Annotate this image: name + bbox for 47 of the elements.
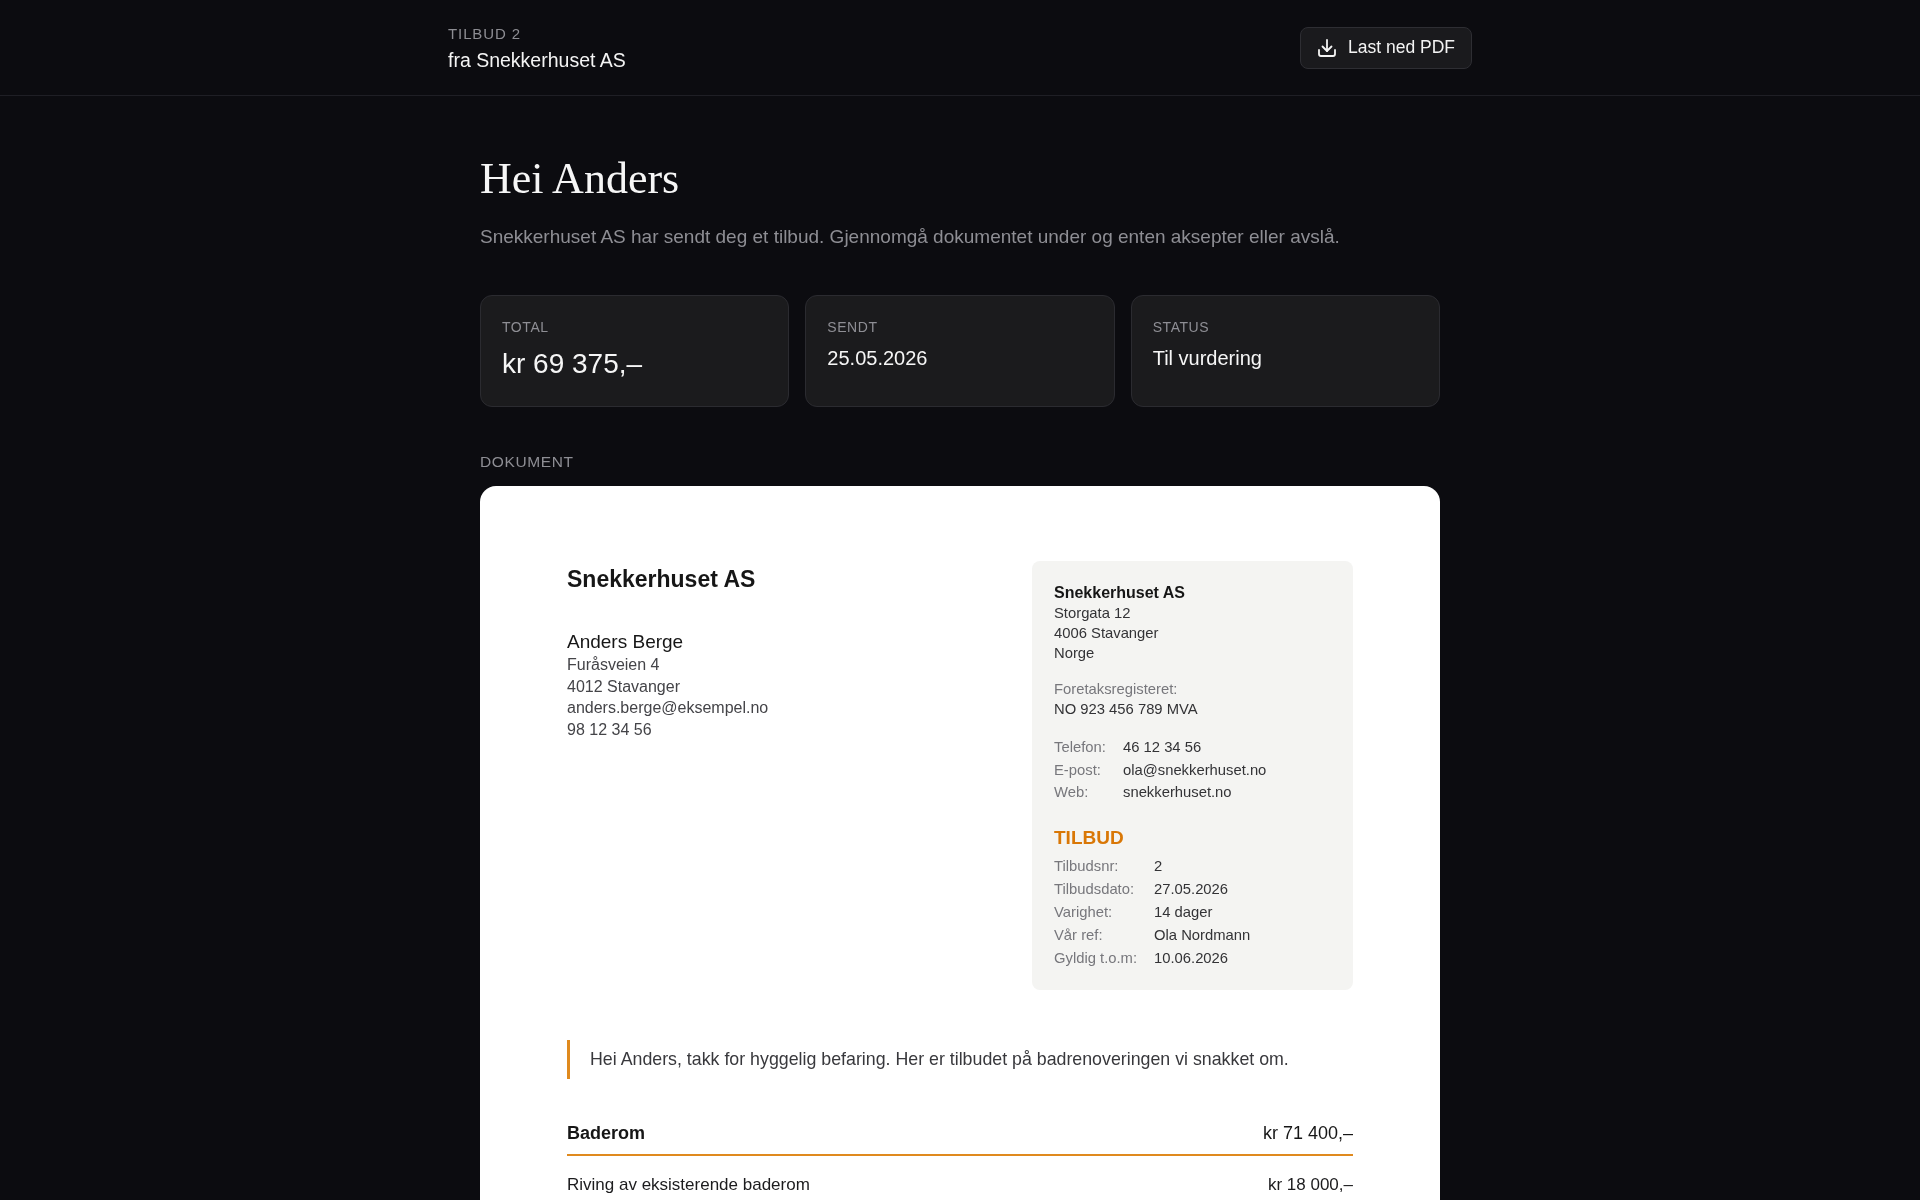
recipient-detail: 98 12 34 56 — [567, 720, 653, 741]
offer-title: TILBUD — [1054, 825, 1125, 850]
intro-text: Snekkerhuset AS har sendt deg et tilbud. Gjennomgå dokumentet under og enten aksepter eller avslå. — [480, 225, 1341, 249]
company-name: Snekkerhuset AS — [1054, 583, 1186, 603]
summary-value: kr 69 375,– — [502, 348, 644, 380]
summary-label: SENDT — [827, 318, 879, 336]
contact-value: snekkerhuset.no — [1123, 783, 1233, 802]
detail-label: Varighet: — [1054, 902, 1114, 922]
detail-label: Vår ref: — [1054, 925, 1104, 945]
section-label: DOKUMENT — [480, 452, 575, 472]
recipient-detail: anders.berge@eksempel.no — [567, 698, 770, 719]
offer-number-label: TILBUD 2 — [448, 23, 523, 44]
contact-label: Telefon: — [1054, 738, 1107, 757]
summary-label: STATUS — [1152, 318, 1211, 336]
download-icon — [1318, 38, 1336, 57]
address-line: Storgata 12 — [1054, 604, 1132, 623]
recipient-detail: Furåsveien 4 — [567, 655, 661, 675]
detail-label: Tilbudsdato: — [1054, 879, 1136, 899]
contact-value: ola@snekkerhuset.no — [1123, 760, 1268, 780]
detail-label: Tilbudsnr: — [1054, 856, 1120, 876]
detail-label: Gyldig t.o.m: — [1054, 948, 1139, 968]
line-item-description: Riving av eksisterende baderom — [567, 1173, 810, 1195]
detail-value: Ola Nordmann — [1154, 925, 1252, 945]
registry-number: NO 923 456 789 MVA — [1054, 700, 1199, 719]
contact-label: E-post: — [1054, 760, 1102, 780]
summary-value: 25.05.2026 — [827, 346, 929, 371]
contact-label: Web: — [1054, 783, 1090, 802]
address-line: Norge — [1054, 644, 1096, 663]
detail-value: 14 dager — [1154, 902, 1214, 922]
company-name: Snekkerhuset AS — [567, 565, 757, 594]
download-pdf-button[interactable]: Last ned PDF — [1300, 26, 1472, 69]
detail-value: 27.05.2026 — [1154, 879, 1230, 899]
registry-label: Foretaksregisteret: — [1054, 680, 1179, 699]
recipient-name: Anders Berge — [567, 630, 685, 654]
summary-label: TOTAL — [502, 318, 550, 336]
summary-value: Til vurdering — [1152, 346, 1263, 371]
section-total: kr 71 400,– — [1262, 1121, 1353, 1145]
section-title: Baderom — [567, 1121, 646, 1145]
note-text: Hei Anders, takk for hyggelig befaring. Her er tilbudet på badrenoveringen vi snakket om. — [567, 1039, 1353, 1079]
sender-title: fra Snekkerhuset AS — [448, 47, 626, 72]
detail-value: 2 — [1154, 856, 1164, 876]
address-line: 4006 Stavanger — [1054, 624, 1160, 643]
line-item-amount: kr 18 000,– — [1267, 1173, 1353, 1195]
greeting-heading: Hei Anders — [480, 153, 681, 205]
detail-value: 10.06.2026 — [1154, 948, 1230, 968]
contact-value: 46 12 34 56 — [1123, 738, 1203, 757]
recipient-detail: 4012 Stavanger — [567, 676, 681, 697]
